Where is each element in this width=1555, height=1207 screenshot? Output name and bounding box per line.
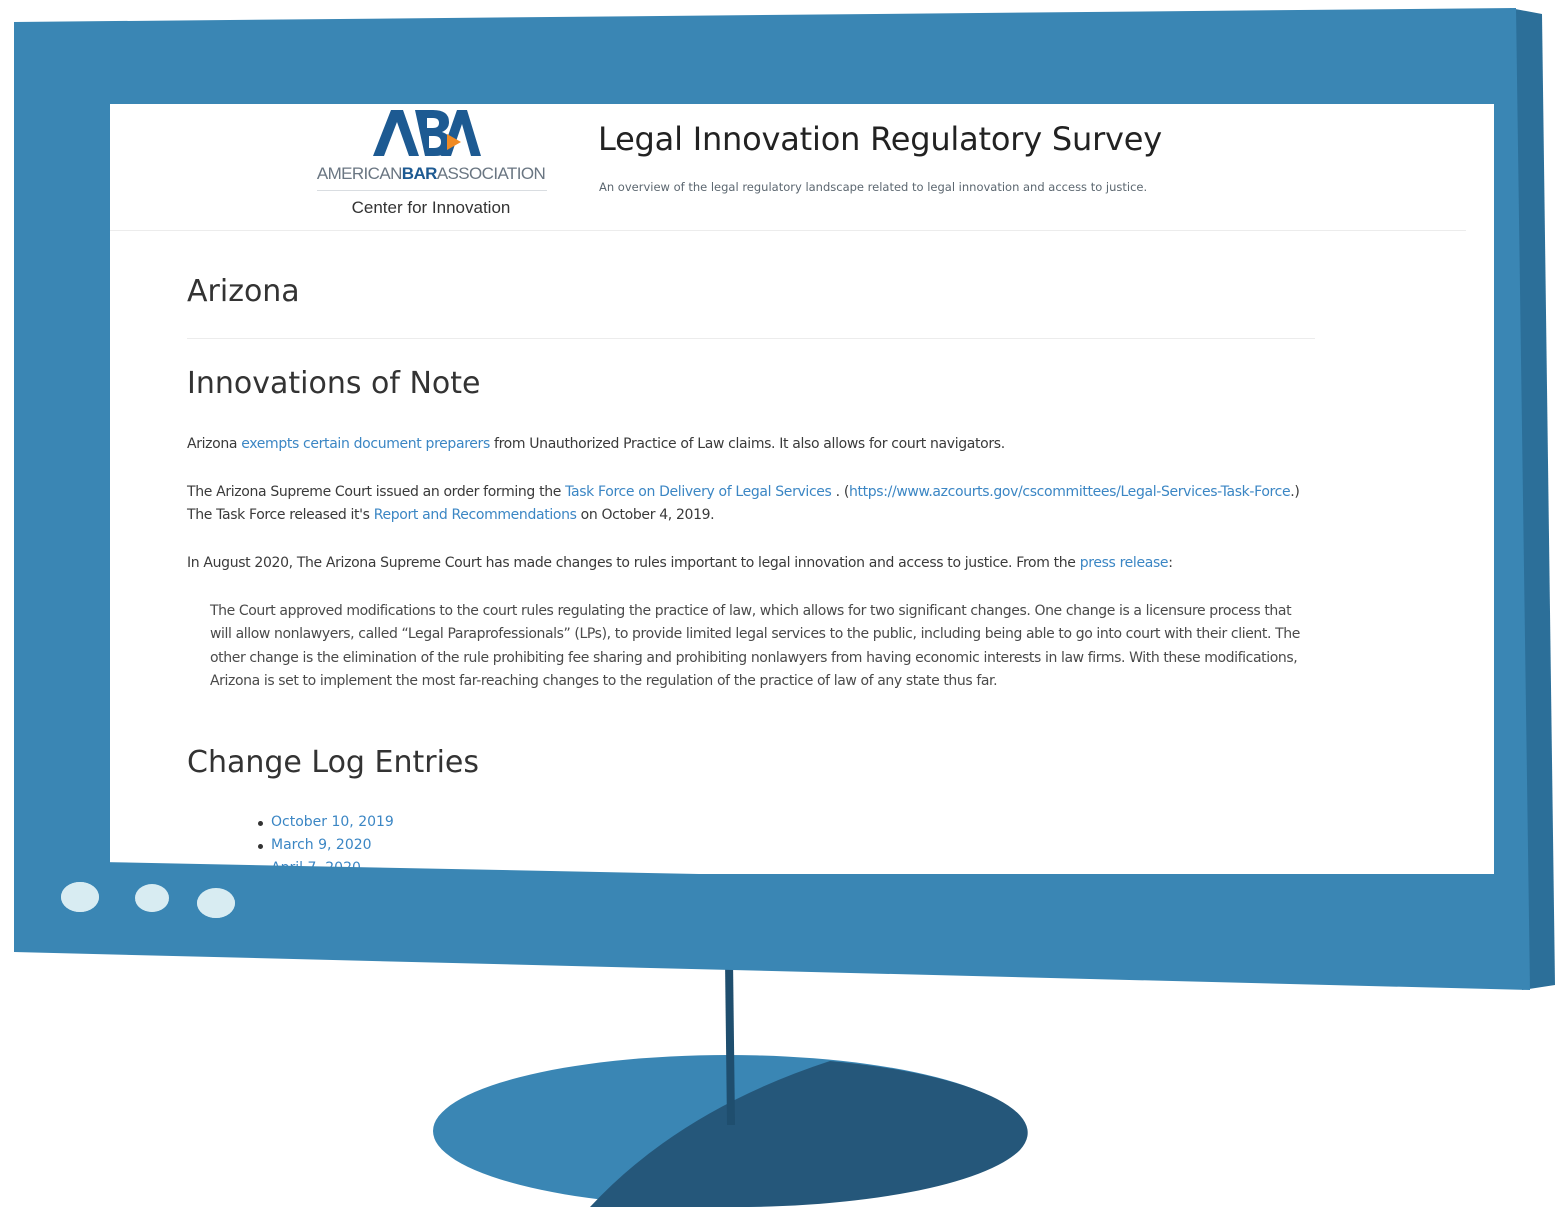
innovations-paragraph-1: Arizona exempts certain document prepare… [187,433,1317,456]
innovations-paragraph-3: In August 2020, The Arizona Supreme Cour… [187,552,1317,575]
logo-divider [317,190,547,191]
p1-text-before: Arizona [187,436,242,452]
logo-assoc-bold: BAR [401,164,438,183]
list-item: October 10, 2019 [255,811,394,834]
changelog-list: October 10, 2019 March 9, 2020 April 7, … [255,811,394,874]
logo-assoc-prefix: AMERICAN [316,164,403,183]
changelog-heading: Change Log Entries [187,745,480,780]
logo-association-name: AMERICANBARASSOCIATION [305,164,557,184]
aba-logo-mark-icon [373,110,481,156]
report-recommendations-link[interactable]: Report and Recommendations [374,507,577,523]
press-release-link[interactable]: press release [1080,555,1169,571]
azcourts-task-force-url-link[interactable]: https://www.azcourts.gov/cscommittees/Le… [849,484,1291,500]
page-title: Arizona [187,274,300,309]
p1-text-after: from Unauthorized Practice of Law claims… [489,436,1005,452]
p2-text-mid-1: . ( [831,484,850,500]
aba-logo[interactable]: AMERICANBARASSOCIATION Center for Innova… [305,106,557,222]
indicator-light-icon [135,884,169,912]
logo-subtitle: Center for Innovation [351,198,511,217]
list-item: March 9, 2020 [255,834,394,857]
document-preparers-link[interactable]: exempts certain document preparers [241,436,490,452]
changelog-entry-link[interactable]: October 10, 2019 [271,814,394,830]
p3-text-before: In August 2020, The Arizona Supreme Cour… [187,555,1080,571]
innovations-heading: Innovations of Note [187,366,481,401]
p2-text-before: The Arizona Supreme Court issued an orde… [187,484,566,500]
site-tagline: An overview of the legal regulatory land… [599,180,1148,194]
p3-text-after: : [1168,555,1173,571]
changelog-entry-link[interactable]: April 7, 2020 [271,860,361,874]
task-force-link[interactable]: Task Force on Delivery of Legal Services [565,484,832,500]
p2-text-after: on October 4, 2019. [576,507,715,523]
header-divider [110,230,1466,231]
changelog-entry-link[interactable]: March 9, 2020 [271,837,372,853]
press-release-quote: The Court approved modifications to the … [210,603,1300,690]
indicator-light-icon [197,888,235,918]
site-title[interactable]: Legal Innovation Regulatory Survey [598,120,1162,158]
site-header: AMERICANBARASSOCIATION Center for Innova… [110,104,1494,230]
title-divider [187,338,1315,339]
list-item: April 7, 2020 [255,857,394,874]
monitor-scene: AMERICANBARASSOCIATION Center for Innova… [0,0,1555,1207]
innovations-paragraph-2: The Arizona Supreme Court issued an orde… [187,481,1317,527]
indicator-light-icon [61,882,99,912]
logo-assoc-suffix: ASSOCIATION [436,164,546,183]
monitor-screen: AMERICANBARASSOCIATION Center for Innova… [110,104,1494,874]
